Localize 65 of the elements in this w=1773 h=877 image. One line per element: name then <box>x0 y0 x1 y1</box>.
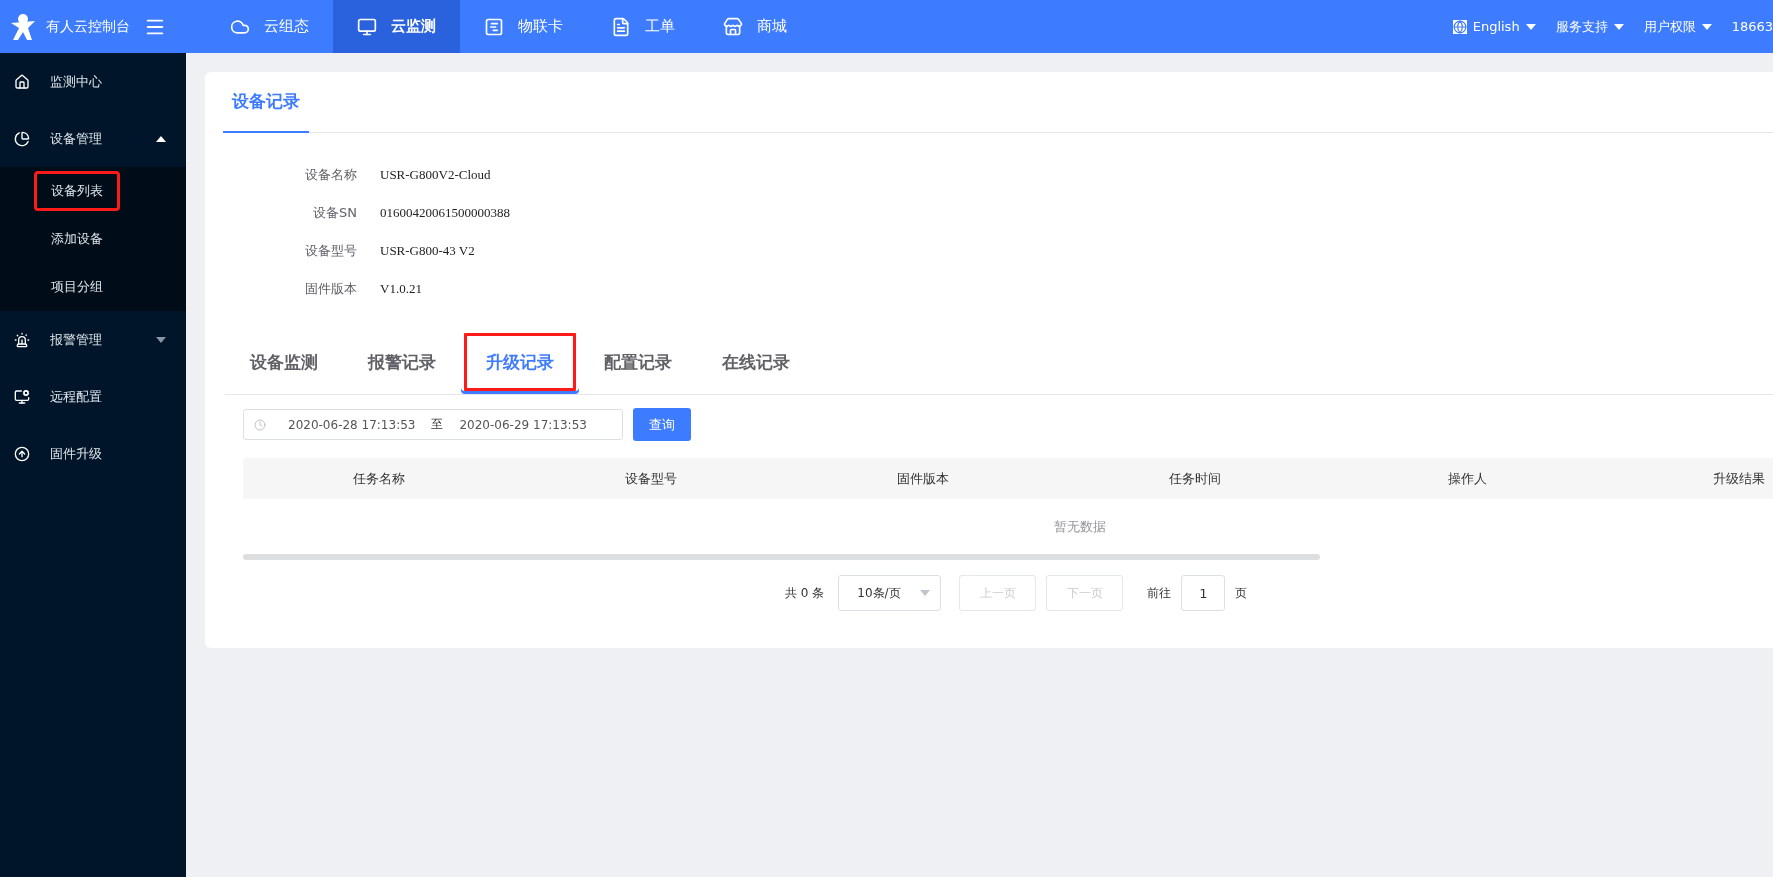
column-header: 固件版本 <box>896 469 950 488</box>
nav-tab[interactable]: 商城 <box>699 0 811 53</box>
info-label: 固件版本 <box>304 280 357 298</box>
caret-icon <box>1701 23 1712 30</box>
total-count: 共 0 条 <box>785 584 825 602</box>
upload-icon <box>14 445 30 462</box>
caret-icon <box>1613 23 1624 30</box>
record-tab[interactable]: 设备监测 <box>225 330 343 394</box>
empty-text: 暂无数据 <box>1054 517 1106 536</box>
caret-icon <box>156 336 166 343</box>
monitor-gear-icon <box>14 388 30 405</box>
record-tab[interactable]: 报警记录 <box>343 330 461 394</box>
info-value: 01600420061500000388 <box>380 204 510 222</box>
sidebar-subitem[interactable]: 添加设备 <box>34 219 120 259</box>
info-value: USR-G800V2-Cloud <box>380 166 492 184</box>
store-icon <box>723 16 743 37</box>
record-tab[interactable]: 配置记录 <box>579 330 697 394</box>
document-icon <box>611 16 631 37</box>
record-tab[interactable]: 升级记录 <box>461 330 579 394</box>
nav-tab[interactable]: 物联卡 <box>460 0 587 53</box>
sidebar-item[interactable]: 远程配置 <box>0 368 186 425</box>
sidebar-item[interactable]: 设备管理 <box>0 110 186 167</box>
info-value: V1.0.21 <box>380 280 423 298</box>
column-header: 任务时间 <box>1168 469 1222 488</box>
goto-label: 前往 <box>1147 584 1172 602</box>
clock-icon <box>254 418 266 431</box>
globe-icon <box>1452 19 1467 34</box>
caret-icon <box>156 135 166 142</box>
column-header: 操作人 <box>1446 469 1488 488</box>
alarm-icon <box>14 331 30 348</box>
sidebar-subitem[interactable]: 项目分组 <box>34 267 120 307</box>
home-icon <box>14 73 30 90</box>
top-menu[interactable]: 服务支持 <box>1545 0 1634 53</box>
pie-chart-icon <box>14 130 30 147</box>
logo-icon <box>10 12 36 41</box>
nav-tab[interactable]: 云监测 <box>333 0 460 53</box>
nav-tab[interactable]: 工单 <box>587 0 699 53</box>
language-menu[interactable]: English <box>1442 0 1546 53</box>
page-size-select[interactable]: 10条/页 <box>838 575 942 611</box>
column-header: 升级结果 <box>1712 469 1766 488</box>
record-tab[interactable]: 在线记录 <box>697 330 815 394</box>
nav-tab[interactable]: 云组态 <box>206 0 333 53</box>
column-header: 设备型号 <box>624 469 678 488</box>
info-label: 设备名称 <box>304 166 357 184</box>
caret-icon <box>920 590 931 596</box>
sidebar-item[interactable]: 监测中心 <box>0 53 186 110</box>
brand-title: 有人云控制台 <box>46 17 130 36</box>
sidebar-item[interactable]: 固件升级 <box>0 425 186 482</box>
sidebar-item[interactable]: 报警管理 <box>0 311 186 368</box>
card-icon <box>484 16 504 37</box>
info-value: USR-G800-43 V2 <box>380 242 476 260</box>
page-unit: 页 <box>1235 584 1248 602</box>
user-name[interactable]: 18663 <box>1721 0 1773 53</box>
date-range-field[interactable]: 2020-06-28 17:13:53 至 2020-06-29 17:13:53 <box>243 409 623 440</box>
scrollbar[interactable] <box>243 554 1320 560</box>
info-label: 设备型号 <box>304 242 357 260</box>
column-header: 任务名称 <box>352 469 406 488</box>
info-label: 设备SN <box>312 204 357 222</box>
monitor-icon <box>357 16 377 37</box>
caret-icon <box>1525 23 1536 30</box>
top-menu[interactable]: 用户权限 <box>1633 0 1722 53</box>
sidebar-subitem[interactable]: 设备列表 <box>34 171 120 211</box>
page-tab[interactable]: 设备记录 <box>223 72 309 133</box>
page-input[interactable]: 1 <box>1181 575 1226 611</box>
query-button[interactable]: 查询 <box>633 408 691 441</box>
